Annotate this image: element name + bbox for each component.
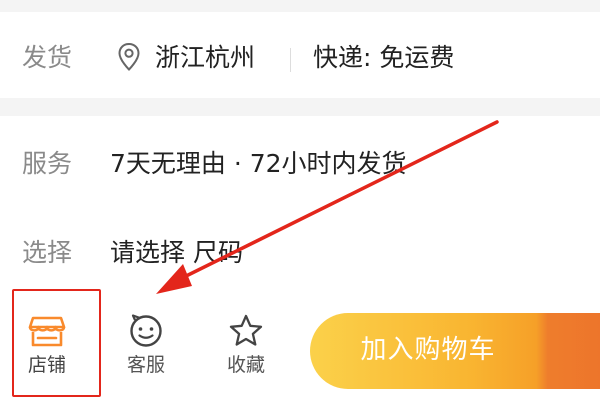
service-label: 服务 [22, 149, 73, 178]
shipping-fee: 快递: 免运费 [313, 43, 455, 72]
service-value[interactable]: 7天无理由 · 72小时内发货 [110, 151, 407, 176]
add-to-cart-label: 加入购物车 [360, 335, 496, 365]
customer-service-label: 客服 [126, 354, 165, 376]
service-card: 服务 7天无理由 · 72小时内发货 选择 请选择 尺码 [0, 116, 600, 286]
store-label: 店铺 [27, 354, 66, 376]
divider [290, 48, 291, 72]
shipping-row: 发货 浙江杭州 快递: 免运费 [0, 12, 600, 98]
selection-label: 选择 [22, 238, 73, 267]
shipping-location: 浙江杭州 [155, 43, 256, 72]
favorite-button[interactable]: 收藏 [206, 314, 286, 388]
size-select[interactable]: 请选择 尺码 [110, 240, 243, 265]
star-icon [229, 314, 263, 346]
chat-face-icon [130, 314, 162, 347]
store-icon [28, 316, 66, 347]
store-button[interactable]: 店铺 [7, 314, 87, 388]
customer-service-button[interactable]: 客服 [106, 314, 186, 388]
top-gap [0, 0, 600, 12]
shipping-label: 发货 [22, 43, 73, 72]
location-pin-icon [118, 42, 140, 71]
add-to-cart-button[interactable]: 加入购物车 [310, 313, 600, 389]
favorite-label: 收藏 [226, 354, 265, 376]
